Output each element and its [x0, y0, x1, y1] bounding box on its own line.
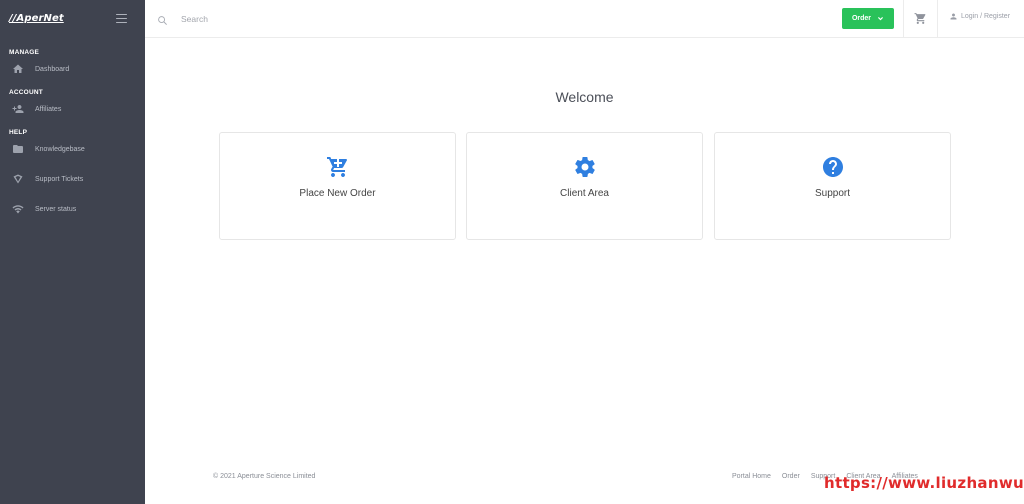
cart-icon[interactable]	[914, 12, 927, 25]
sidebar-item-label: Knowledgebase	[35, 145, 85, 153]
search-icon	[157, 13, 168, 25]
sidebar-item-affiliates[interactable]: Affiliates	[0, 98, 145, 120]
watermark: https://www.liuzhanwu.cn	[824, 474, 1024, 492]
user-icon	[950, 13, 957, 20]
card-place-new-order[interactable]: Place New Order	[219, 132, 456, 240]
brand-bar: //AperNet	[0, 0, 145, 37]
sidebar: //AperNet MANAGE Dashboard ACCOUNT Affil…	[0, 0, 145, 504]
card-title: Support	[814, 188, 851, 199]
menu-toggle-icon[interactable]	[116, 14, 127, 23]
card-title: Place New Order	[299, 188, 376, 199]
section-label-account: ACCOUNT	[9, 89, 43, 96]
order-button-label: Order	[851, 15, 872, 22]
sidebar-item-label: Dashboard	[35, 65, 70, 73]
section-label-help: HELP	[9, 129, 28, 136]
section-label-manage: MANAGE	[9, 49, 40, 56]
wifi-icon	[11, 203, 25, 215]
question-icon	[821, 155, 845, 179]
footer-link-order[interactable]: Order	[782, 473, 800, 480]
login-register-link[interactable]: Login / Register	[949, 12, 1010, 21]
sidebar-item-knowledgebase[interactable]: Knowledgebase	[0, 138, 145, 160]
home-icon	[11, 63, 25, 75]
sidebar-item-label: Affiliates	[35, 105, 62, 113]
card-title: Client Area	[560, 188, 609, 199]
chevron-down-icon	[878, 17, 884, 21]
top-bar: Order Login / Register	[145, 0, 1024, 38]
order-button[interactable]: Order	[842, 8, 894, 29]
footer-copyright: © 2021 Aperture Science Limited	[213, 473, 316, 480]
sidebar-item-label: Server status	[35, 205, 77, 213]
divider	[903, 0, 904, 38]
users-icon	[11, 103, 25, 115]
ticket-icon	[11, 173, 25, 185]
gear-icon	[573, 155, 597, 179]
card-client-area[interactable]: Client Area	[466, 132, 703, 240]
page-title: Welcome	[555, 89, 614, 105]
login-register-label: Login / Register	[961, 13, 1011, 20]
sidebar-item-dashboard[interactable]: Dashboard	[0, 58, 145, 80]
sidebar-item-server-status[interactable]: Server status	[0, 198, 145, 220]
cart-icon	[326, 155, 350, 179]
divider	[937, 0, 938, 38]
folder-icon	[11, 143, 25, 155]
logo[interactable]: //AperNet	[9, 13, 64, 24]
sidebar-item-support-tickets[interactable]: Support Tickets	[0, 168, 145, 190]
sidebar-item-label: Support Tickets	[35, 175, 84, 183]
search-input[interactable]	[181, 13, 781, 24]
footer-link-portal-home[interactable]: Portal Home	[732, 473, 771, 480]
card-support[interactable]: Support	[714, 132, 951, 240]
